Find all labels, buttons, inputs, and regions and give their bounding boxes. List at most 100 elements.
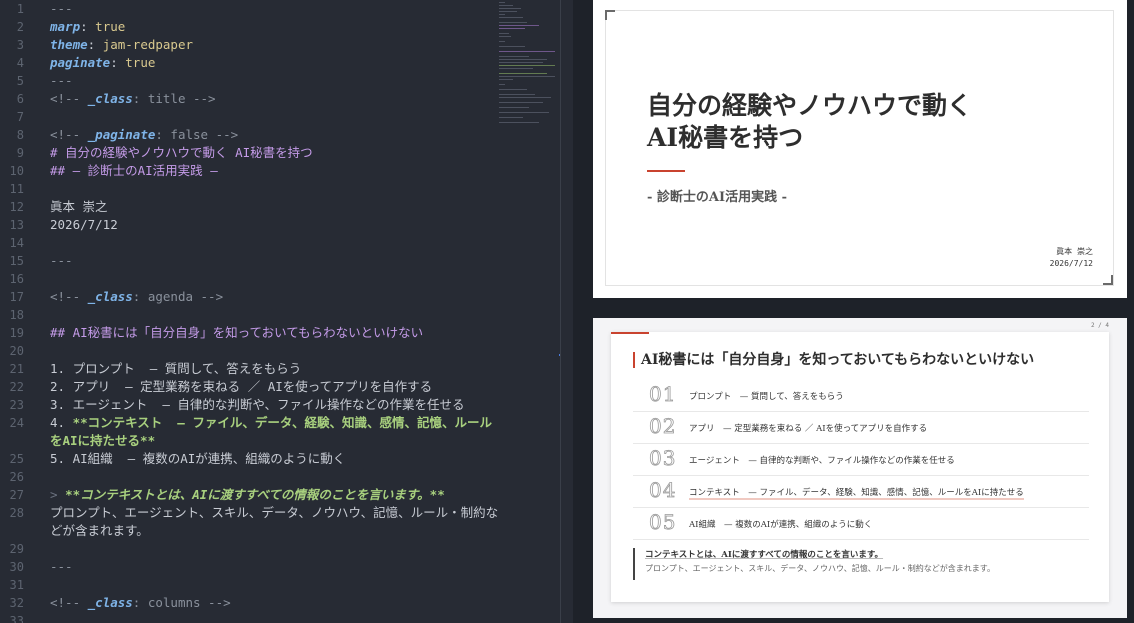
agenda-text: エージェント — 自律的な判断や、ファイル操作などの作業を任せる: [689, 456, 955, 466]
agenda-number: 04: [649, 478, 677, 503]
slide-subtitle: - 診断士のAI活用実践 -: [647, 190, 788, 205]
context-note: コンテキストとは、AIに渡すすべての情報のことを言います。 プロンプト、エージェ…: [633, 548, 1089, 580]
code-line: <!-- _paginate: false -->: [50, 127, 239, 142]
code-line: ## AI秘書には「自分自身」を知っておいてもらわないといけない: [50, 325, 424, 340]
code-line: <!-- _class: columns -->: [50, 595, 231, 610]
code-line: theme: jam-redpaper: [50, 37, 194, 52]
agenda-text: コンテキスト — ファイル、データ、経験、知識、感情、記憶、ルールをAIに持たせ…: [689, 488, 1024, 500]
markdown-editor[interactable]: 1 2 3 4 5 6 7 8 9 10 11 12 13 14 15 16 1…: [0, 0, 560, 623]
code-line: ---: [50, 73, 73, 88]
code-line: 2026/7/12: [50, 217, 118, 232]
slide-preview-pane[interactable]: 自分の経験やノウハウで動く AI秘書を持つ - 診断士のAI活用実践 - 眞本 …: [573, 0, 1134, 623]
corner-mark: [1103, 275, 1113, 285]
line-number: 32: [9, 596, 24, 610]
line-number: 20: [9, 344, 24, 358]
agenda-item: 02 アプリ — 定型業務を束ねる ／ AIを使ってアプリを自作する: [633, 412, 1089, 444]
note-body: プロンプト、エージェント、スキル、データ、ノウハウ、記憶、ルール・制約などが含ま…: [645, 564, 995, 573]
line-number: 31: [9, 578, 24, 592]
line-number: 5: [16, 74, 24, 88]
code-line: 5. AI組織 – 複数のAIが連携、組織のように動く: [50, 451, 346, 466]
line-number: 33: [9, 614, 24, 623]
code-line: # 自分の経験やノウハウで動く AI秘書を持つ: [50, 145, 313, 160]
line-number: 12: [9, 200, 24, 214]
code-line: <!-- _class: agenda -->: [50, 289, 224, 304]
minimap[interactable]: [497, 0, 559, 130]
code-line: 3. エージェント – 自律的な判断や、ファイル操作などの作業を任せる: [50, 397, 465, 412]
code-line: をAIに持たせる**: [50, 433, 156, 448]
accent-rule: [647, 170, 685, 172]
yaml-key: paginate: [50, 55, 111, 70]
code-line: <!-- _class: title -->: [50, 91, 216, 106]
line-number: 17: [9, 290, 24, 304]
line-number: 30: [9, 560, 24, 574]
author-name: 眞本 崇之: [1056, 247, 1093, 256]
line-number: 1: [16, 2, 24, 16]
agenda-number: 02: [649, 414, 677, 439]
slide-title: 自分の経験やノウハウで動く AI秘書を持つ: [647, 91, 973, 152]
page-number: 2 / 4: [1090, 322, 1109, 329]
line-number: 27: [9, 488, 24, 502]
code-line: ---: [50, 253, 73, 268]
note-heading: コンテキストとは、AIに渡すすべての情報のことを言います。: [645, 550, 884, 560]
line-number: 19: [9, 326, 24, 340]
line-number: 18: [9, 308, 24, 322]
code-line: 1. プロンプト – 質問して、答えをもらう: [50, 361, 302, 376]
line-number: 24: [9, 416, 24, 430]
line-number: 2: [16, 20, 24, 34]
agenda-item: 01 プロンプト — 質問して、答えをもらう: [633, 380, 1089, 412]
agenda-text: アプリ — 定型業務を束ねる ／ AIを使ってアプリを自作する: [689, 424, 928, 434]
line-number: 15: [9, 254, 24, 268]
corner-mark: [605, 10, 615, 20]
pane-splitter[interactable]: [560, 0, 573, 623]
code-line: ---: [50, 559, 73, 574]
line-number: 3: [16, 38, 24, 52]
agenda-number: 05: [649, 510, 677, 535]
slide-title: AI秘書には「自分自身」を知っておいてもらわないといけない: [633, 352, 1034, 368]
agenda-text: AI組織 — 複数のAIが連携、組織のように動く: [689, 520, 873, 530]
slide-date: 2026/7/12: [1049, 259, 1093, 268]
line-number: 21: [9, 362, 24, 376]
line-number: 11: [9, 182, 24, 196]
line-number: 6: [16, 92, 24, 106]
line-number: 22: [9, 380, 24, 394]
agenda-text: プロンプト — 質問して、答えをもらう: [689, 392, 844, 402]
code-line: 4. **コンテキスト – ファイル、データ、経験、知識、感情、記憶、ルール: [50, 415, 492, 430]
line-number: 23: [9, 398, 24, 412]
code-line: ## – 診断士のAI活用実践 –: [50, 163, 218, 178]
line-number: 28: [9, 506, 24, 520]
line-number: 14: [9, 236, 24, 250]
line-number: 10: [9, 164, 24, 178]
agenda-item: 05 AI組織 — 複数のAIが連携、組織のように動く: [633, 508, 1089, 540]
code-line: paginate: true: [50, 55, 156, 70]
code-line: 眞本 崇之: [50, 199, 108, 214]
line-number: 4: [16, 56, 24, 70]
accent-rule: [611, 332, 649, 334]
code-line: > **コンテキストとは、AIに渡すすべての情報のことを言います。**: [50, 487, 445, 502]
agenda-number: 03: [649, 446, 677, 471]
line-number: 13: [9, 218, 24, 232]
line-number: 16: [9, 272, 24, 286]
code-line: 2. アプリ – 定型業務を束ねる ／ AIを使ってアプリを自作する: [50, 379, 433, 394]
code-area[interactable]: --- marp: true theme: jam-redpaper pagin…: [50, 0, 500, 623]
code-line: marp: true: [50, 19, 126, 34]
line-number: 25: [9, 452, 24, 466]
agenda-number: 01: [649, 382, 677, 407]
yaml-key: theme: [50, 37, 88, 52]
yaml-key: marp: [50, 19, 81, 34]
line-number: 7: [16, 110, 24, 124]
code-line: ---: [50, 1, 73, 16]
code-line: どが含まれます。: [50, 523, 149, 538]
slide-2-agenda[interactable]: 2 / 4 AI秘書には「自分自身」を知っておいてもらわないといけない 01 プ…: [593, 318, 1127, 618]
line-number: 9: [16, 146, 24, 160]
code-line: プロンプト、エージェント、スキル、データ、ノウハウ、記憶、ルール・制約な: [50, 505, 499, 520]
agenda-item-highlighted: 04 コンテキスト — ファイル、データ、経験、知識、感情、記憶、ルールをAIに…: [633, 476, 1089, 508]
slide-1-title[interactable]: 自分の経験やノウハウで動く AI秘書を持つ - 診断士のAI活用実践 - 眞本 …: [593, 0, 1127, 298]
yaml-value: true: [125, 55, 156, 70]
agenda-item: 03 エージェント — 自律的な判断や、ファイル操作などの作業を任せる: [633, 444, 1089, 476]
line-number: 8: [16, 128, 24, 142]
line-number: 29: [9, 542, 24, 556]
yaml-value: true: [95, 19, 126, 34]
yaml-value: jam-redpaper: [102, 37, 194, 52]
line-number-gutter: 1 2 3 4 5 6 7 8 9 10 11 12 13 14 15 16 1…: [0, 0, 36, 623]
line-number: 26: [9, 470, 24, 484]
